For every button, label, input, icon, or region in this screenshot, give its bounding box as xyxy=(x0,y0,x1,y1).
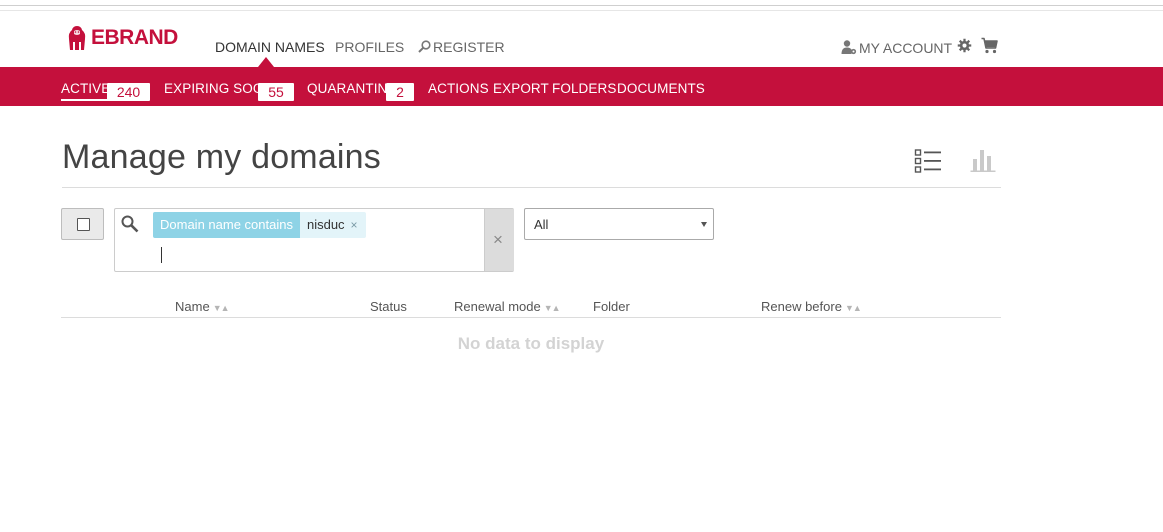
subnav-export[interactable]: EXPORT xyxy=(493,81,549,96)
sort-icon[interactable]: ▼▲ xyxy=(544,303,561,313)
my-account-label: MY ACCOUNT xyxy=(859,40,953,56)
empty-table-message: No data to display xyxy=(457,334,605,353)
column-header-renew-before[interactable]: Renew before ▼▲ xyxy=(761,299,862,314)
title-divider xyxy=(62,187,1001,188)
status-select[interactable]: All xyxy=(524,208,714,240)
active-nav-caret xyxy=(258,57,274,67)
column-header-name[interactable]: Name ▼▲ xyxy=(175,299,230,314)
user-gear-icon xyxy=(841,40,857,55)
chevron-down-icon xyxy=(701,222,707,227)
list-view-icon[interactable] xyxy=(914,148,942,174)
select-all-checkbox[interactable] xyxy=(77,218,90,231)
nav-register[interactable]: REGISTER xyxy=(418,39,505,55)
subnav-quarantine[interactable]: QUARANTINE xyxy=(307,81,397,96)
cart-icon[interactable] xyxy=(981,37,998,54)
filter-chip-value-wrap: nisduc × xyxy=(299,212,366,238)
search-input-cursor[interactable] xyxy=(161,247,162,263)
filter-chip-remove-button[interactable]: × xyxy=(351,218,358,232)
brand-logo[interactable]: EBRAND xyxy=(66,25,178,51)
close-icon: × xyxy=(493,230,503,249)
subnav-expiring-soon[interactable]: EXPIRING SOON xyxy=(164,81,273,96)
search-icon xyxy=(418,40,431,53)
column-header-status: Status xyxy=(370,299,407,314)
column-status-label: Status xyxy=(370,299,407,314)
clear-filters-button[interactable]: × xyxy=(484,209,514,271)
select-all-button[interactable] xyxy=(61,208,104,240)
column-header-renewal-mode[interactable]: Renewal mode ▼▲ xyxy=(454,299,561,314)
subnav-actions[interactable]: ACTIONS xyxy=(428,81,489,96)
filter-chip-label: Domain name contains xyxy=(153,212,300,238)
expiring-count-badge: 55 xyxy=(258,83,294,101)
table-header-divider xyxy=(61,317,1001,318)
search-icon xyxy=(121,215,139,233)
column-folder-label: Folder xyxy=(593,299,630,314)
subnav-documents[interactable]: DOCUMENTS xyxy=(617,81,705,96)
search-filter-box[interactable]: Domain name contains nisduc × × xyxy=(114,208,514,272)
gorilla-logo-icon xyxy=(68,26,86,50)
page-title: Manage my domains xyxy=(62,138,381,176)
column-renewal-mode-label: Renewal mode xyxy=(454,299,541,314)
sort-icon[interactable]: ▼▲ xyxy=(845,303,862,313)
column-header-folder: Folder xyxy=(593,299,630,314)
brand-name: EBRAND xyxy=(91,26,178,49)
status-select-value: All xyxy=(534,217,549,232)
active-count-badge: 240 xyxy=(107,83,150,101)
nav-register-label: REGISTER xyxy=(433,39,505,55)
filter-chip-value: nisduc xyxy=(306,217,345,232)
subnav-folders[interactable]: FOLDERS xyxy=(552,81,616,96)
chart-view-icon[interactable] xyxy=(970,147,996,173)
top-border xyxy=(0,5,1163,6)
nav-profiles[interactable]: PROFILES xyxy=(335,39,404,55)
quarantine-count-badge: 2 xyxy=(386,83,414,101)
nav-domain-names[interactable]: DOMAIN NAMES xyxy=(215,39,325,55)
header: EBRAND DOMAIN NAMES PROFILES REGISTER MY… xyxy=(0,11,1163,67)
column-renew-before-label: Renew before xyxy=(761,299,842,314)
filter-chip: Domain name contains nisduc × xyxy=(153,212,366,238)
my-account-link[interactable]: MY ACCOUNT xyxy=(841,39,952,56)
column-name-label: Name xyxy=(175,299,210,314)
subnav-bar: ACTIVE 240 EXPIRING SOON 55 QUARANTINE 2… xyxy=(0,67,1163,106)
subnav-active[interactable]: ACTIVE xyxy=(61,81,111,101)
gear-icon[interactable] xyxy=(957,38,972,53)
sort-icon[interactable]: ▼▲ xyxy=(213,303,230,313)
